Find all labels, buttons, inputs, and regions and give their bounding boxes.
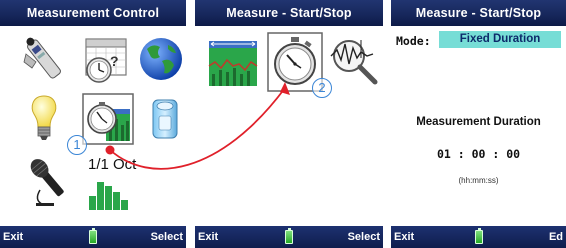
battery-icon	[89, 228, 97, 244]
exit-softkey[interactable]: Exit	[198, 231, 218, 243]
octave-band-icon[interactable]	[88, 174, 132, 210]
light-bulb-icon[interactable]	[28, 94, 60, 144]
microphone-icon[interactable]	[26, 156, 66, 208]
callout-step-1: 1	[67, 135, 87, 155]
level-history-icon[interactable]	[207, 36, 259, 88]
globe-icon[interactable]	[138, 35, 184, 83]
calendar-timer-icon[interactable]: ?	[80, 33, 132, 85]
duration-value[interactable]: 01 : 00 : 00	[391, 147, 566, 161]
sound-level-meter-icon[interactable]	[22, 34, 66, 84]
softkey-bar: Exit Select	[0, 226, 186, 248]
edit-softkey[interactable]: Ed	[549, 231, 563, 243]
battery-icon	[474, 228, 483, 244]
screen-title: Measure - Start/Stop	[391, 0, 566, 26]
battery-icon	[285, 228, 293, 244]
exit-softkey[interactable]: Exit	[3, 231, 23, 243]
duration-format: (hh:mm:ss)	[458, 176, 499, 185]
measure-start-stop-screen: Measure - Start/Stop Exit Select	[195, 0, 383, 248]
trigger-icon[interactable]	[327, 34, 379, 86]
softkey-bar: Exit Ed	[391, 226, 566, 248]
measure-duration-screen: Measure - Start/Stop Mode: Fixed Duratio…	[391, 0, 566, 248]
mode-selector[interactable]: Fixed Duration	[439, 31, 561, 48]
exit-softkey[interactable]: Exit	[394, 231, 414, 243]
measurement-control-screen: Measurement Control ? 1/1 Oct Exit Selec…	[0, 0, 186, 248]
measure-start-stop-icon[interactable]	[82, 93, 134, 145]
screen-title: Measure - Start/Stop	[195, 0, 383, 26]
select-softkey[interactable]: Select	[151, 231, 183, 243]
softkey-bar: Exit Select	[195, 226, 383, 248]
select-softkey[interactable]: Select	[348, 231, 380, 243]
mode-label: Mode:	[396, 34, 431, 48]
sound-calibrator-icon[interactable]	[150, 96, 180, 142]
screen-title: Measurement Control	[0, 0, 186, 26]
duration-title: Measurement Duration	[416, 116, 541, 128]
callout-step-2: 2	[312, 78, 332, 98]
octave-label: 1/1 Oct	[88, 156, 137, 173]
